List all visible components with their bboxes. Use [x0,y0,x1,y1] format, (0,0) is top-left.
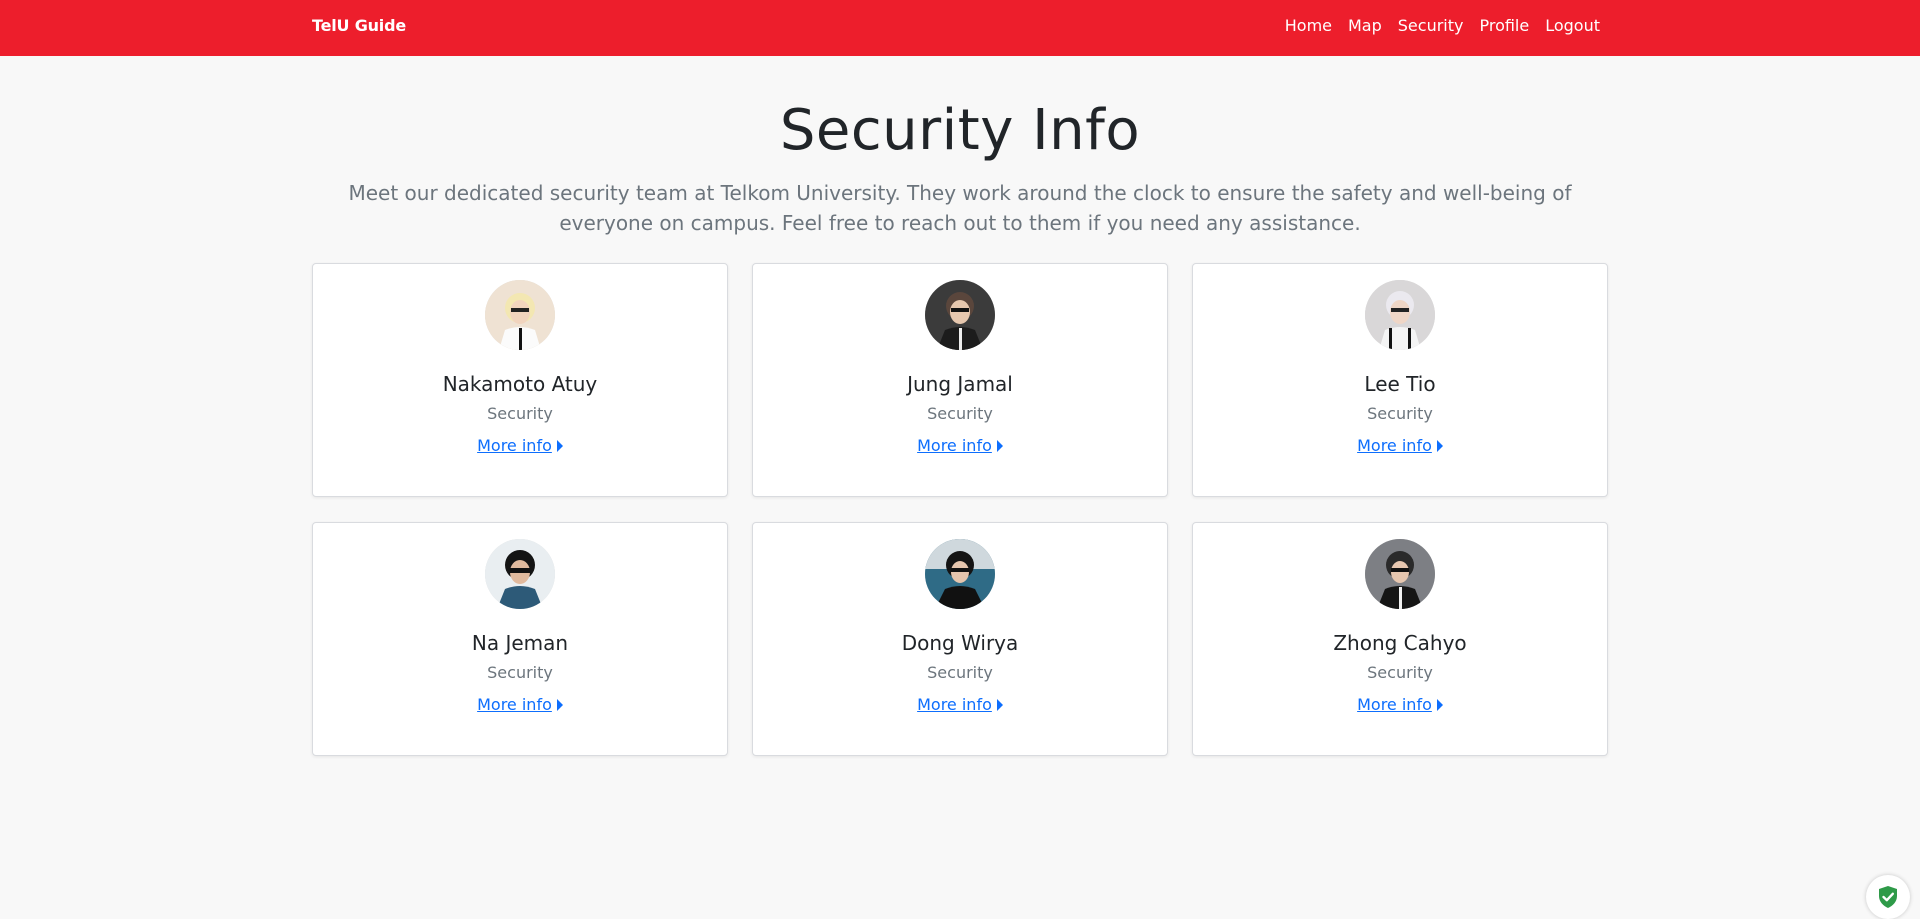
member-role: Security [1367,663,1433,682]
more-info-link[interactable]: More info [477,695,563,715]
page-title: Security Info [779,98,1141,163]
member-name: Lee Tio [1364,372,1436,396]
caret-right-icon [1436,699,1443,711]
more-info-label: More info [917,695,992,714]
person-photo-icon [1365,539,1435,609]
shield-check-icon[interactable] [1866,875,1910,919]
nav-profile-link[interactable]: Profile [1479,16,1529,35]
more-info-label: More info [917,436,992,455]
page-subtitle: Meet our dedicated security team at Telk… [348,181,1572,235]
member-name: Zhong Cahyo [1333,631,1467,655]
caret-right-icon [996,440,1003,452]
more-info-label: More info [477,436,552,455]
avatar-image [925,280,995,350]
nav-logout-link[interactable]: Logout [1545,16,1600,35]
member-role: Security [487,663,553,682]
more-info-link[interactable]: More info [1357,695,1443,715]
shield-check-graphic [1879,886,1897,908]
nav-home-link[interactable]: Home [1285,16,1332,35]
security-card: Lee Tio Security More info [1192,263,1608,497]
avatar-image [925,539,995,609]
nav-map-link[interactable]: Map [1348,16,1382,35]
more-info-label: More info [1357,695,1432,714]
more-info-label: More info [1357,436,1432,455]
nav-links: Home Map Security Profile Logout [1285,16,1600,35]
avatar-image [485,280,555,350]
security-team-grid: Nakamoto Atuy Security More info Jung Ja… [312,263,1608,756]
more-info-link[interactable]: More info [477,436,563,456]
person-photo-icon [925,539,995,609]
security-card: Na Jeman Security More info [312,522,728,756]
avatar-image [1365,539,1435,609]
person-photo-icon [925,280,995,350]
security-card: Jung Jamal Security More info [752,263,1168,497]
security-card: Zhong Cahyo Security More info [1192,522,1608,756]
caret-right-icon [996,699,1003,711]
member-name: Na Jeman [471,631,569,655]
top-navbar: TelU Guide Home Map Security Profile Log… [0,0,1920,56]
brand-logo[interactable]: TelU Guide [312,16,406,35]
member-role: Security [927,404,993,423]
person-photo-icon [485,280,555,350]
member-name: Nakamoto Atuy [442,372,598,396]
member-role: Security [1367,404,1433,423]
avatar-image [485,539,555,609]
caret-right-icon [556,699,563,711]
person-photo-icon [1365,280,1435,350]
person-photo-icon [485,539,555,609]
more-info-link[interactable]: More info [917,695,1003,715]
caret-right-icon [1436,440,1443,452]
member-name: Jung Jamal [907,372,1013,396]
member-name: Dong Wirya [901,631,1019,655]
more-info-link[interactable]: More info [917,436,1003,456]
caret-right-icon [556,440,563,452]
member-role: Security [487,404,553,423]
security-card: Nakamoto Atuy Security More info [312,263,728,497]
nav-security-link[interactable]: Security [1398,16,1464,35]
more-info-label: More info [477,695,552,714]
security-card: Dong Wirya Security More info [752,522,1168,756]
avatar-image [1365,280,1435,350]
more-info-link[interactable]: More info [1357,436,1443,456]
member-role: Security [927,663,993,682]
